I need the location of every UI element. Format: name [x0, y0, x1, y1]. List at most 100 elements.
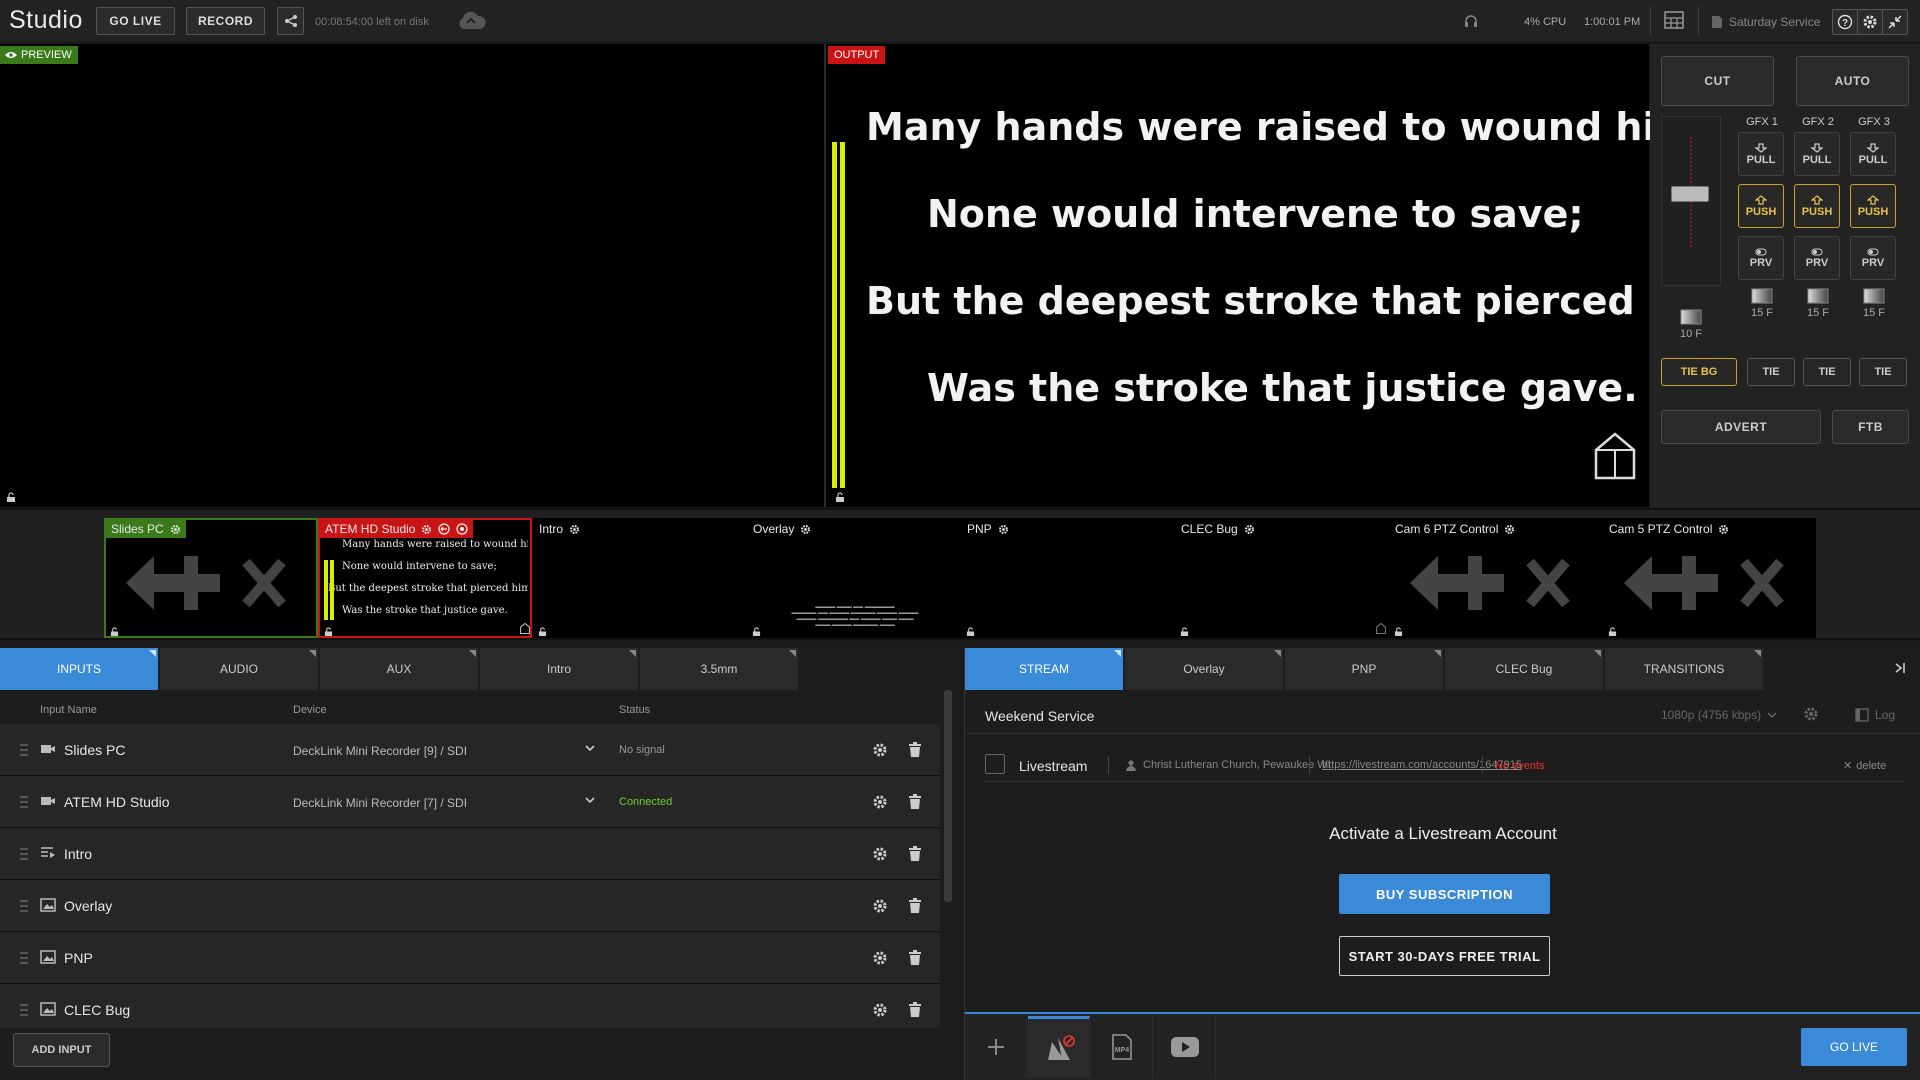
mp4-record-button[interactable]: MP4 — [1091, 1016, 1153, 1078]
drag-handle[interactable] — [20, 744, 28, 756]
tab-transitions[interactable]: TRANSITIONS — [1605, 648, 1763, 690]
gear-icon[interactable] — [872, 898, 888, 914]
drag-handle[interactable] — [20, 1004, 28, 1016]
transition-duration[interactable]: 10 F — [1661, 296, 1721, 352]
chevron-down-icon[interactable] — [584, 744, 596, 752]
gear-icon[interactable] — [1244, 524, 1255, 535]
go-live-button[interactable]: GO LIVE — [96, 7, 175, 35]
gear-icon[interactable] — [170, 524, 181, 535]
input-row[interactable]: PNP — [0, 932, 940, 984]
trash-icon[interactable] — [908, 898, 922, 914]
drag-handle[interactable] — [20, 952, 28, 964]
source-thumbnail[interactable]: Intro — [532, 518, 746, 638]
cloud-icon[interactable] — [455, 11, 487, 34]
tab-audio[interactable]: AUDIO — [160, 648, 318, 690]
gear-icon[interactable] — [872, 794, 888, 810]
drag-handle[interactable] — [20, 848, 28, 860]
input-row[interactable]: CLEC Bug — [0, 984, 940, 1028]
unlock-icon[interactable] — [1180, 624, 1189, 639]
headphones-icon[interactable] — [1464, 14, 1478, 31]
fade-to-black-button[interactable]: FTB — [1832, 410, 1909, 444]
unlock-icon[interactable] — [752, 624, 761, 639]
input-row[interactable]: Slides PC DeckLink Mini Recorder [9] / S… — [0, 724, 940, 776]
gear-icon[interactable] — [1504, 524, 1515, 535]
trash-icon[interactable] — [908, 950, 922, 966]
tab-overlay[interactable]: Overlay — [1125, 648, 1283, 690]
quality-select[interactable]: 1080p (4756 kbps) — [1661, 708, 1777, 722]
collapse-panel-icon[interactable] — [1894, 662, 1906, 674]
help-button[interactable]: ? — [1832, 9, 1858, 35]
trash-icon[interactable] — [908, 794, 922, 810]
livestream-destination-button[interactable] — [1028, 1016, 1090, 1078]
destination-checkbox[interactable] — [985, 754, 1005, 774]
source-thumbnail[interactable]: Cam 5 PTZ Control — [1602, 518, 1816, 638]
unlock-icon[interactable] — [1608, 624, 1617, 639]
drag-handle[interactable] — [20, 900, 28, 912]
source-thumbnail[interactable]: PNP — [960, 518, 1174, 638]
gfx-1-duration[interactable]: 15 F — [1738, 288, 1786, 319]
input-row[interactable]: Intro — [0, 828, 940, 880]
unlock-icon[interactable] — [966, 624, 975, 639]
add-destination-button[interactable] — [965, 1016, 1027, 1078]
unlock-icon[interactable] — [324, 624, 333, 639]
gear-icon[interactable] — [872, 846, 888, 862]
gfx-3-duration[interactable]: 15 F — [1850, 288, 1898, 319]
gear-icon[interactable] — [872, 742, 888, 758]
log-button[interactable]: Log — [1855, 708, 1895, 722]
tab-pnp[interactable]: PNP — [1285, 648, 1443, 690]
output-monitor[interactable]: OUTPUT Many hands were raised to wound h… — [824, 44, 1728, 507]
trash-icon[interactable] — [908, 1002, 922, 1018]
device-select[interactable]: DeckLink Mini Recorder [7] / SDI — [293, 796, 467, 810]
record-button[interactable]: RECORD — [186, 7, 265, 35]
drag-handle[interactable] — [20, 796, 28, 808]
source-thumbnail[interactable]: Slides PC — [104, 518, 318, 638]
gear-icon[interactable] — [421, 524, 432, 535]
tab-inputs[interactable]: INPUTS — [0, 648, 158, 690]
fit-icon[interactable] — [438, 523, 451, 535]
gfx-3-pull-button[interactable]: PULL — [1850, 132, 1896, 176]
tab-3-5mm[interactable]: 3.5mm — [640, 648, 798, 690]
free-trial-button[interactable]: START 30-DAYS FREE TRIAL — [1339, 936, 1550, 976]
device-select[interactable]: DeckLink Mini Recorder [9] / SDI — [293, 744, 467, 758]
gear-icon[interactable] — [872, 1002, 888, 1018]
go-live-button[interactable]: GO LIVE — [1801, 1028, 1907, 1066]
gfx-1-pull-button[interactable]: PULL — [1738, 132, 1784, 176]
youtube-destination-button[interactable] — [1154, 1016, 1216, 1078]
trash-icon[interactable] — [908, 742, 922, 758]
preview-monitor[interactable]: PREVIEW — [0, 44, 824, 507]
source-thumbnail[interactable]: Many hands were raised to wound him, Non… — [318, 518, 532, 638]
gear-icon[interactable] — [800, 524, 811, 535]
chevron-down-icon[interactable] — [584, 796, 596, 804]
source-thumbnail[interactable]: Overlay ▬▬▬▬ ▬▬▬ ▬▬ ▬▬▬▬▬▬ ▬▬▬▬▬ ▬▬ ▬▬▬▬ … — [746, 518, 960, 638]
gfx-2-duration[interactable]: 15 F — [1794, 288, 1842, 319]
tab-intro[interactable]: Intro — [480, 648, 638, 690]
tie-gfx-3-button[interactable]: TIE — [1859, 358, 1907, 386]
tab-stream[interactable]: STREAM — [965, 648, 1123, 690]
unlock-icon[interactable] — [6, 490, 16, 505]
unlock-icon[interactable] — [835, 490, 845, 505]
gear-icon[interactable] — [1803, 706, 1819, 722]
power-icon[interactable] — [456, 523, 469, 535]
collapse-button[interactable] — [1882, 9, 1908, 35]
gfx-2-preview-button[interactable]: PRV — [1794, 236, 1840, 280]
scrollbar[interactable] — [944, 690, 952, 902]
destination-url-link[interactable]: https://livestream.com/accounts/1647915 — [1322, 759, 1522, 771]
cut-button[interactable]: CUT — [1661, 56, 1774, 106]
t-bar-handle[interactable] — [1671, 186, 1709, 202]
gear-icon[interactable] — [569, 524, 580, 535]
tab-aux[interactable]: AUX — [320, 648, 478, 690]
gear-icon[interactable] — [998, 524, 1009, 535]
unlock-icon[interactable] — [538, 624, 547, 639]
multiview-layout-icon[interactable] — [1664, 11, 1684, 32]
gfx-2-push-button[interactable]: PUSH — [1794, 184, 1840, 228]
advert-button[interactable]: ADVERT — [1661, 410, 1821, 444]
source-thumbnail[interactable]: Cam 6 PTZ Control — [1388, 518, 1602, 638]
unlock-icon[interactable] — [1394, 624, 1403, 639]
delete-destination-button[interactable]: ✕ delete — [1843, 759, 1886, 773]
settings-button[interactable] — [1857, 9, 1883, 35]
auto-button[interactable]: AUTO — [1796, 56, 1909, 106]
tie-bg-button[interactable]: TIE BG — [1661, 358, 1737, 386]
gfx-1-push-button[interactable]: PUSH — [1738, 184, 1784, 228]
gfx-3-preview-button[interactable]: PRV — [1850, 236, 1896, 280]
tie-gfx-1-button[interactable]: TIE — [1747, 358, 1795, 386]
